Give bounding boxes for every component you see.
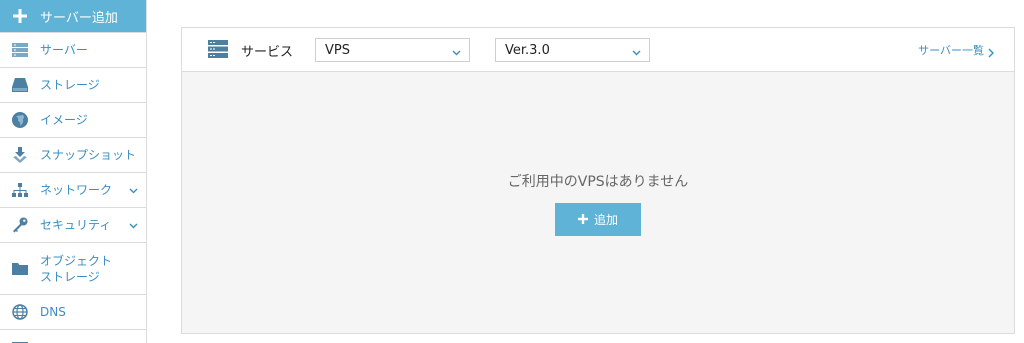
service-select-value: VPS: [325, 42, 350, 58]
partial-icon: [0, 335, 40, 343]
sidebar-item-label: サーバー: [40, 43, 88, 57]
sidebar-item-label: DNS: [40, 305, 66, 319]
chevron-down-icon: [632, 45, 641, 60]
sidebar-item-security[interactable]: セキュリティ: [0, 208, 146, 243]
sidebar: サーバー追加 サーバー ストレージ イメージ スナップショット ネットワーク セ…: [0, 0, 147, 343]
snapshot-icon: [0, 147, 40, 163]
folder-icon: [0, 262, 40, 275]
chevron-down-icon[interactable]: [129, 218, 138, 232]
sidebar-item-partial[interactable]: [0, 330, 146, 343]
sidebar-item-server[interactable]: サーバー: [0, 33, 146, 68]
version-select[interactable]: Ver.3.0: [495, 38, 650, 62]
sidebar-item-storage[interactable]: ストレージ: [0, 68, 146, 103]
empty-message: ご利用中のVPSはありません: [507, 174, 689, 190]
plus-icon: [577, 213, 588, 227]
key-icon: [0, 217, 40, 233]
vps-panel: サービス VPS Ver.3.0 サーバー一覧 ご利用中のVPSはありません 追…: [181, 27, 1015, 334]
chevron-down-icon: [452, 45, 461, 60]
sidebar-item-dns[interactable]: DNS: [0, 295, 146, 330]
sidebar-item-label: オブジェクト ストレージ: [40, 253, 112, 285]
sidebar-item-label: スナップショット: [40, 148, 137, 162]
add-server-button[interactable]: サーバー追加: [0, 0, 146, 33]
server-stack-icon: [208, 40, 228, 62]
service-select[interactable]: VPS: [315, 38, 470, 62]
add-server-label: サーバー追加: [40, 10, 118, 26]
chevron-right-icon[interactable]: [988, 43, 994, 62]
sidebar-item-network[interactable]: ネットワーク: [0, 173, 146, 208]
service-toolbar: サービス VPS Ver.3.0 サーバー一覧: [182, 28, 1014, 72]
version-select-value: Ver.3.0: [505, 42, 550, 58]
sidebar-item-label: ストレージ: [40, 78, 100, 92]
plus-icon: [0, 9, 40, 23]
disk-icon: [0, 78, 40, 92]
label-line-2: ストレージ: [40, 269, 100, 284]
network-icon: [0, 183, 40, 197]
sidebar-item-image[interactable]: イメージ: [0, 103, 146, 138]
label-line-1: オブジェクト: [40, 253, 113, 268]
server-stack-icon: [0, 43, 40, 57]
service-label: サービス: [241, 45, 294, 60]
sidebar-item-label: ネットワーク: [40, 183, 113, 197]
sidebar-item-label: セキュリティ: [40, 218, 112, 232]
globe-icon: [0, 304, 40, 320]
sidebar-item-object-storage[interactable]: オブジェクト ストレージ: [0, 243, 146, 295]
sidebar-item-snapshot[interactable]: スナップショット: [0, 138, 146, 173]
sidebar-item-label: イメージ: [40, 113, 88, 127]
server-list-link[interactable]: サーバー一覧: [918, 42, 984, 58]
globe-disc-icon: [0, 112, 40, 128]
add-button-label: 追加: [593, 213, 618, 227]
add-vps-button[interactable]: 追加: [555, 203, 641, 236]
chevron-down-icon[interactable]: [129, 183, 138, 197]
